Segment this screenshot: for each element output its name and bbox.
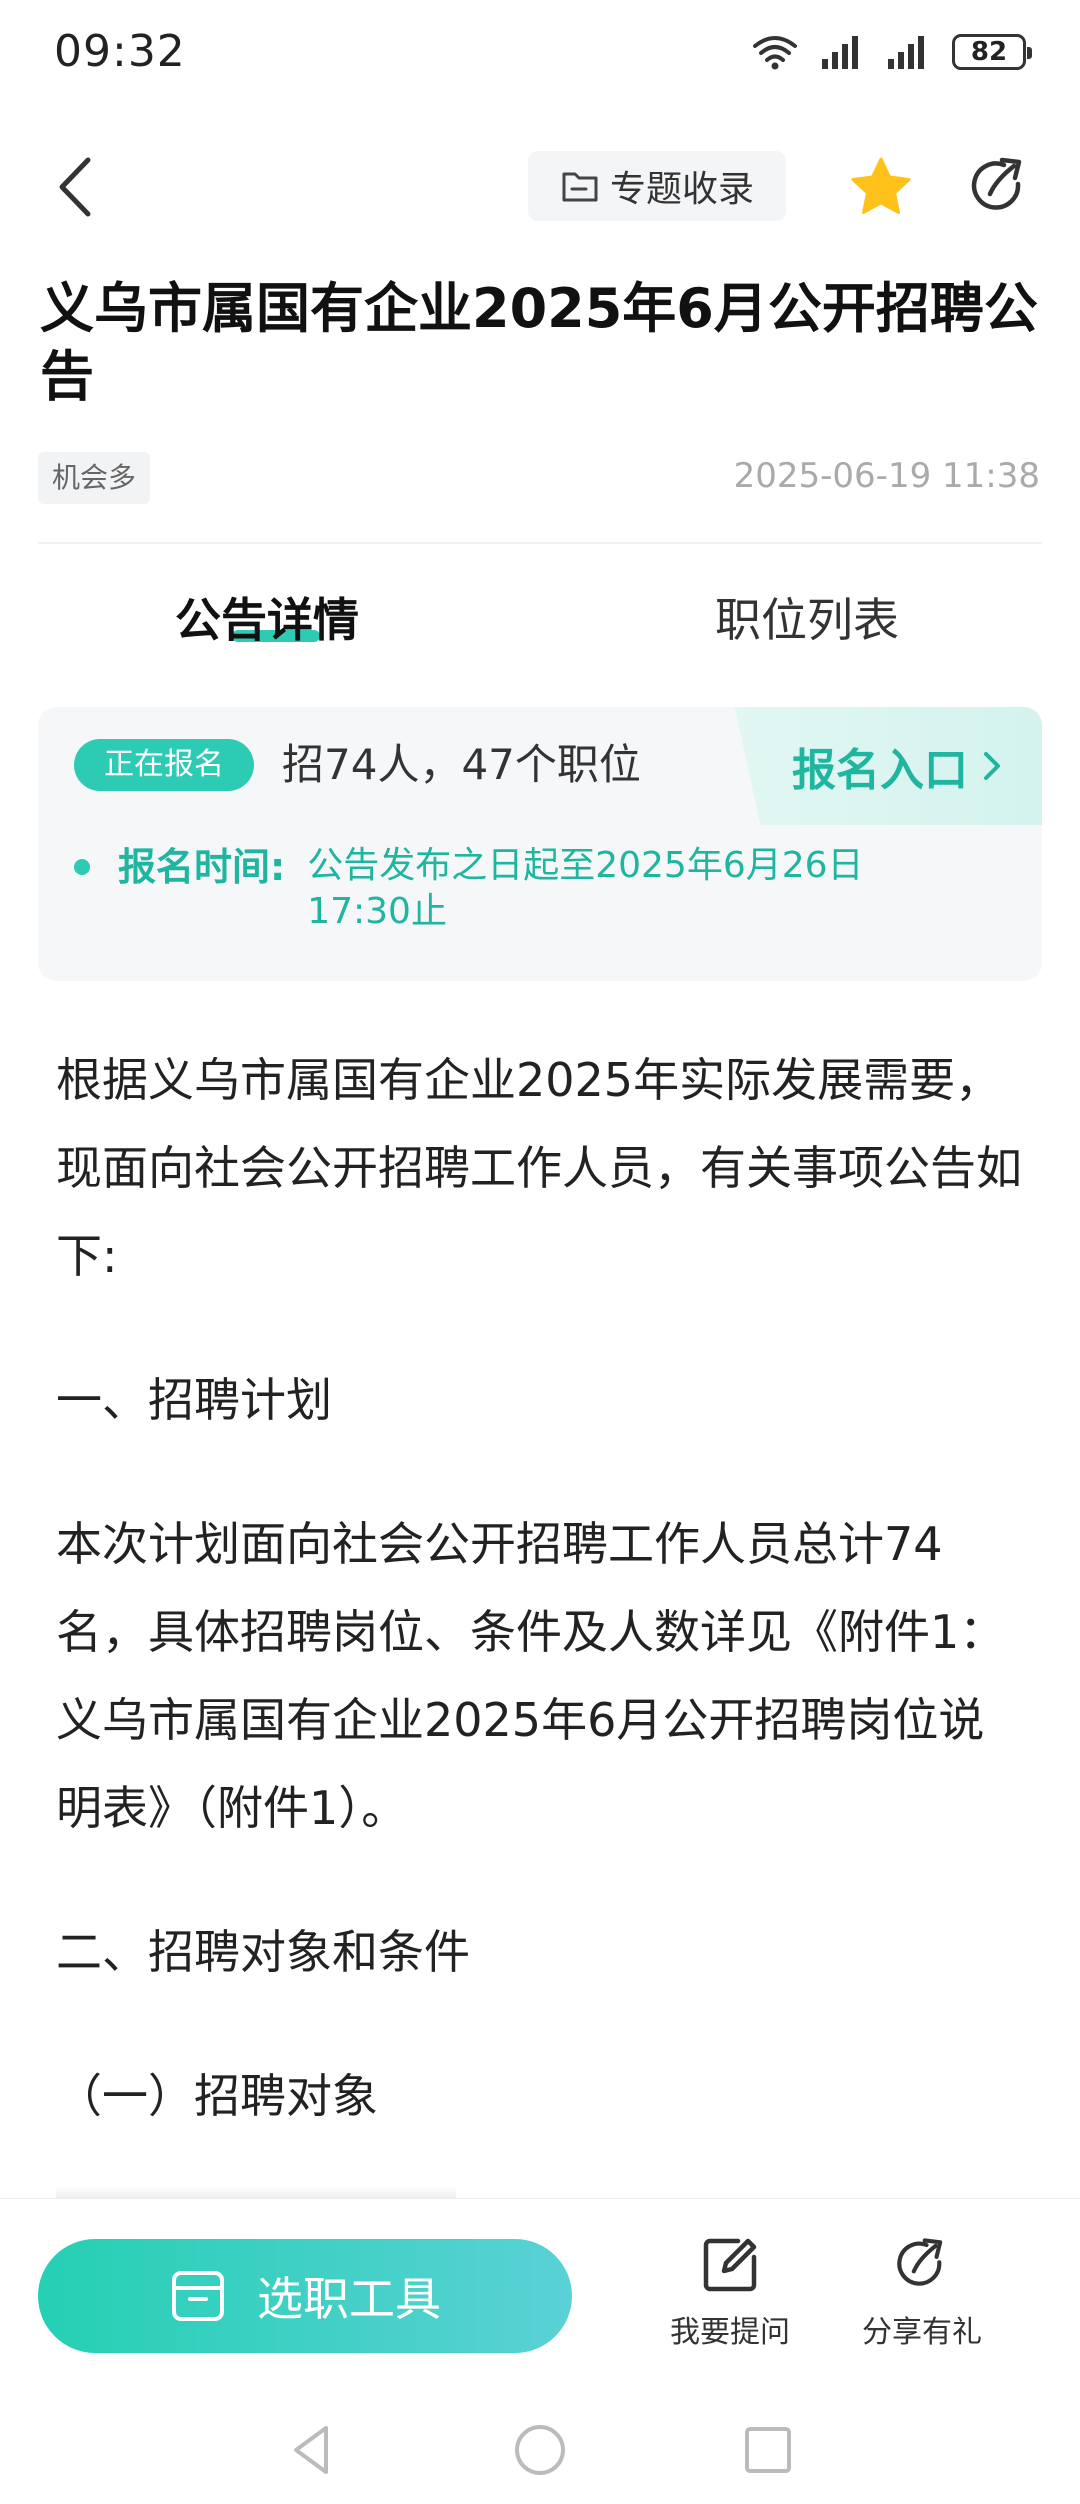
paragraph-plan: 本次计划面向社会公开招聘工作人员总计74名，具体招聘岗位、条件及人数详见《附件1… bbox=[56, 1517, 1006, 1835]
signal-icon bbox=[822, 36, 858, 69]
publish-time: 2025-06-19 11:38 bbox=[733, 456, 1040, 496]
share-icon bbox=[897, 2238, 943, 2286]
article-tag: 机会多 bbox=[38, 452, 151, 504]
share-reward-label: 分享有礼 bbox=[862, 2315, 982, 2350]
chevron-right-icon bbox=[984, 752, 1000, 780]
status-icons: 82 bbox=[752, 30, 1032, 74]
signup-time-row: 报名时间: 公告发布之日起至2025年6月26日17:30止 bbox=[74, 839, 994, 935]
ask-question-button[interactable]: 我要提问 bbox=[650, 2235, 810, 2355]
status-bar: 09:32 82 bbox=[0, 0, 1080, 105]
star-icon bbox=[851, 157, 911, 214]
signup-card: 正在报名 招74人，47个职位 报名入口 报名时间: 公告发布之日起至2025年… bbox=[38, 707, 1042, 981]
nav-home-icon[interactable] bbox=[510, 2420, 570, 2480]
job-selection-tool-label: 选职工具 bbox=[257, 2272, 441, 2326]
bullet-dot bbox=[74, 859, 90, 875]
recruit-summary: 招74人，47个职位 bbox=[282, 740, 641, 789]
signup-time-value: 公告发布之日起至2025年6月26日17:30止 bbox=[307, 845, 864, 932]
paragraph-intro: 根据义乌市属国有企业2025年实际发展需要，现面向社会公开招聘工作人员，有关事项… bbox=[56, 1053, 1022, 1283]
divider bbox=[38, 542, 1042, 544]
back-button[interactable] bbox=[48, 152, 108, 222]
article-title: 义乌市属国有企业2025年6月公开招聘公告 bbox=[40, 277, 1038, 408]
share-button[interactable] bbox=[966, 154, 1032, 220]
status-badge: 正在报名 bbox=[74, 739, 254, 791]
chevron-left-icon bbox=[59, 157, 91, 217]
section-heading-targets: 二、招聘对象和条件 bbox=[56, 1925, 470, 1979]
tab-announcement-detail[interactable]: 公告详情 bbox=[175, 580, 359, 660]
battery-level: 82 bbox=[970, 37, 1008, 67]
ask-question-label: 我要提问 bbox=[670, 2315, 790, 2350]
status-time: 09:32 bbox=[54, 26, 186, 77]
system-nav-bar bbox=[0, 2390, 1080, 2504]
tab-position-list[interactable]: 职位列表 bbox=[715, 580, 899, 660]
signal-icon-2 bbox=[888, 36, 924, 69]
signup-time-label: 报名时间: bbox=[118, 845, 286, 889]
subsection-heading-targets: （一）招聘对象 bbox=[56, 2069, 378, 2123]
share-icon bbox=[971, 157, 1022, 210]
section-heading-plan: 一、招聘计划 bbox=[56, 1373, 332, 1427]
signup-entry-label: 报名入口 bbox=[792, 745, 968, 796]
nav-recents-icon[interactable] bbox=[738, 2420, 798, 2480]
job-selection-tool-button[interactable]: 选职工具 bbox=[38, 2239, 572, 2353]
battery-indicator: 82 bbox=[952, 34, 1032, 70]
topic-collection-button[interactable]: 专题收录 bbox=[528, 151, 786, 221]
wifi-icon bbox=[753, 36, 797, 70]
nav-back-icon[interactable] bbox=[282, 2420, 342, 2480]
box-icon bbox=[172, 2271, 224, 2321]
article-body: 根据义乌市属国有企业2025年实际发展需要，现面向社会公开招聘工作人员，有关事项… bbox=[56, 1036, 1026, 2140]
tab-bar: 公告详情 职位列表 bbox=[0, 570, 1080, 680]
favorite-button[interactable] bbox=[848, 154, 914, 220]
bottom-action-bar: 选职工具 我要提问 分享有礼 bbox=[0, 2198, 1080, 2390]
top-navbar: 专题收录 bbox=[0, 130, 1080, 240]
folder-icon bbox=[562, 172, 598, 202]
signup-entry-button[interactable]: 报名入口 bbox=[734, 707, 1042, 825]
edit-icon bbox=[703, 2238, 757, 2292]
topic-collection-label: 专题收录 bbox=[609, 169, 754, 210]
share-reward-button[interactable]: 分享有礼 bbox=[842, 2235, 1002, 2355]
